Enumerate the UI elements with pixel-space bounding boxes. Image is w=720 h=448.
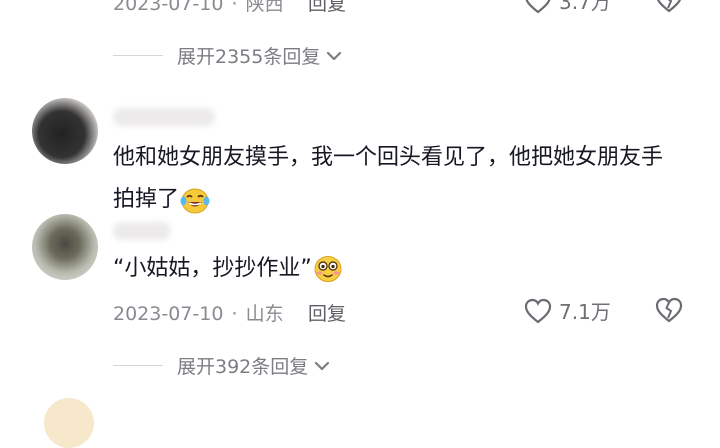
username-blurred[interactable] — [113, 108, 215, 126]
chevron-down-icon — [315, 361, 330, 370]
comment-date: 2023-07-10 — [113, 303, 224, 325]
expand-replies-label: 展开392条回复 — [177, 356, 309, 378]
avatar[interactable] — [44, 398, 94, 448]
avatar[interactable] — [32, 98, 98, 164]
chevron-down-icon — [327, 51, 342, 60]
comment-text: 他和她女朋友摸手，我一个回头看见了，他把她女朋友手拍掉了 — [113, 137, 673, 221]
shy-smile-emoji — [314, 256, 342, 282]
prev-like-count: 3.7万 — [559, 0, 611, 14]
comment-text: “小姑姑，抄抄作业” — [113, 248, 673, 290]
expand-replies-label: 展开2355条回复 — [177, 46, 321, 68]
divider-line — [113, 55, 163, 56]
reply-button[interactable]: 回复 — [308, 299, 346, 326]
comment-meta: 2023-07-10 · 山东 — [113, 303, 284, 325]
like-count: 7.1万 — [559, 300, 611, 324]
prev-reply-button[interactable]: 回复 — [308, 0, 346, 16]
prev-comment-date: 2023-07-10 — [113, 0, 224, 15]
username-blurred[interactable] — [113, 222, 171, 240]
prev-comment-meta: 2023-07-10 · 陕西 — [113, 0, 284, 16]
expand-replies-button[interactable]: 展开2355条回复 — [113, 42, 344, 69]
dislike-broken-heart-icon[interactable] — [654, 0, 684, 14]
prev-comment-location: 陕西 — [245, 0, 284, 15]
crying-laughing-emoji — [180, 188, 210, 214]
dislike-broken-heart-icon[interactable] — [654, 296, 684, 324]
prev-like-button[interactable]: 3.7万 — [523, 0, 611, 15]
heart-icon — [524, 298, 552, 323]
expand-replies-button[interactable]: 展开392条回复 — [113, 352, 332, 379]
like-button[interactable]: 7.1万 — [523, 296, 611, 325]
heart-icon — [525, 0, 551, 13]
divider-line — [113, 365, 163, 366]
avatar[interactable] — [32, 214, 98, 280]
comment-location: 山东 — [245, 303, 284, 325]
